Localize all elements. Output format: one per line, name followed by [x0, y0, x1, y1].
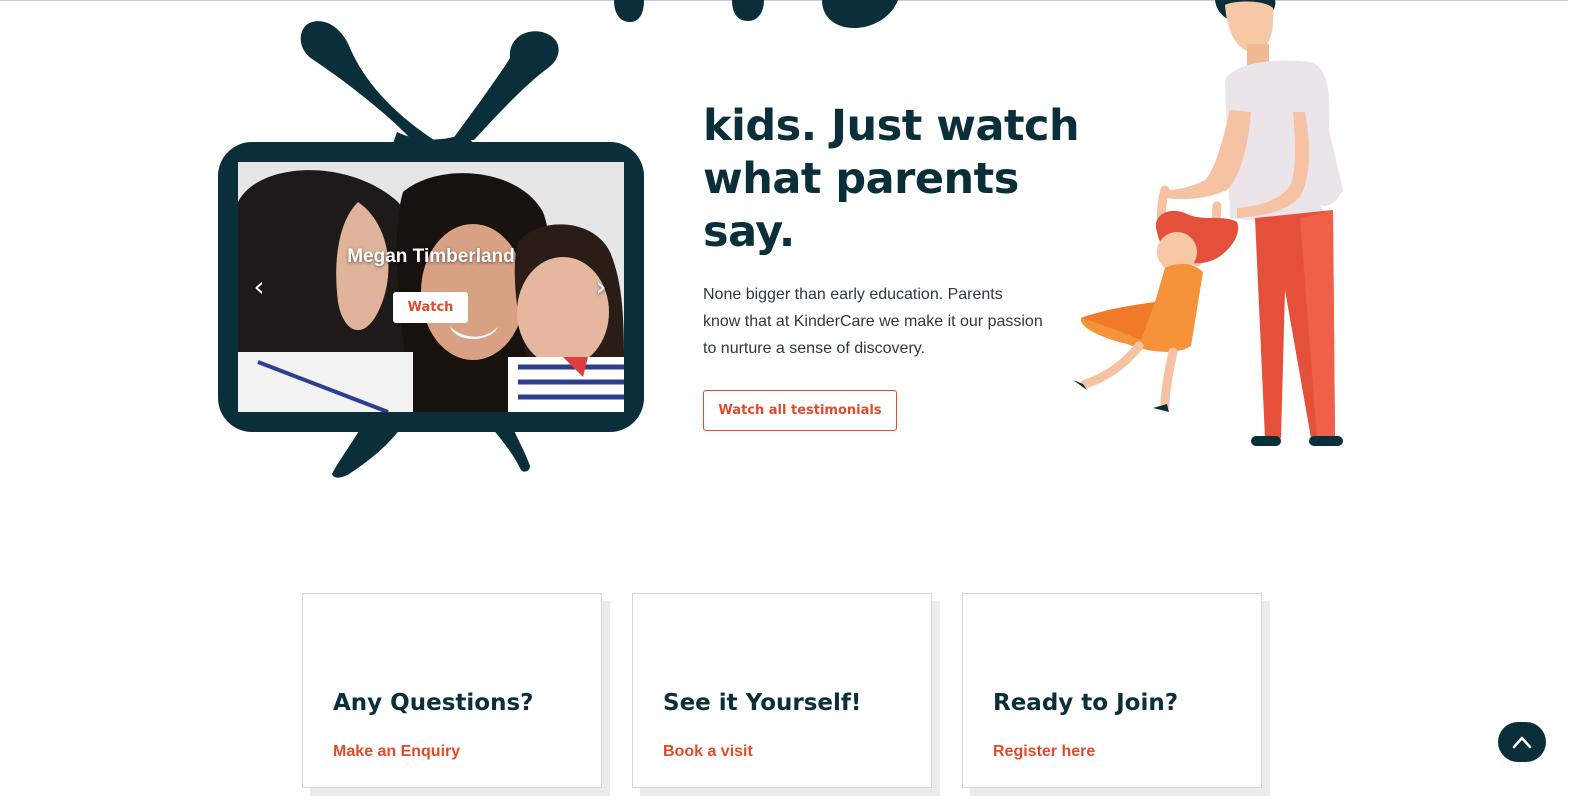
family-photo	[238, 162, 624, 412]
testimonial-tv: Megan Timberland Watch ‹ ›	[212, 14, 652, 484]
watch-testimonial-button[interactable]: Watch	[393, 292, 468, 323]
book-visit-link[interactable]: Book a visit	[663, 743, 753, 761]
card-title: Any Questions?	[333, 690, 534, 716]
chevron-right-icon[interactable]: ›	[588, 272, 614, 302]
page-scrollbar[interactable]	[1568, 0, 1583, 800]
testimonial-name: Megan Timberland	[347, 246, 515, 267]
parent-child-illustration	[1073, 0, 1343, 446]
card-title: Ready to Join?	[993, 690, 1179, 716]
register-link[interactable]: Register here	[993, 743, 1095, 761]
page: Megan Timberland Watch ‹ › kids. Just wa…	[0, 0, 1583, 800]
chevron-left-icon[interactable]: ‹	[246, 272, 272, 302]
visit-card: See it Yourself! Book a visit	[632, 593, 932, 788]
back-to-top-button[interactable]	[1498, 722, 1546, 762]
watch-all-testimonials-button[interactable]: Watch all testimonials	[703, 390, 897, 431]
chevron-up-icon	[1512, 736, 1532, 749]
make-enquiry-link[interactable]: Make an Enquiry	[333, 743, 460, 761]
card-title: See it Yourself!	[663, 690, 862, 716]
join-card: Ready to Join? Register here	[962, 593, 1262, 788]
enquiry-card: Any Questions? Make an Enquiry	[302, 593, 602, 788]
section-description: None bigger than early education. Parent…	[703, 286, 1043, 357]
carousel-slide: Megan Timberland Watch ‹ ›	[238, 162, 624, 412]
section-headline: kids. Just watch what parents say.	[703, 101, 1080, 257]
